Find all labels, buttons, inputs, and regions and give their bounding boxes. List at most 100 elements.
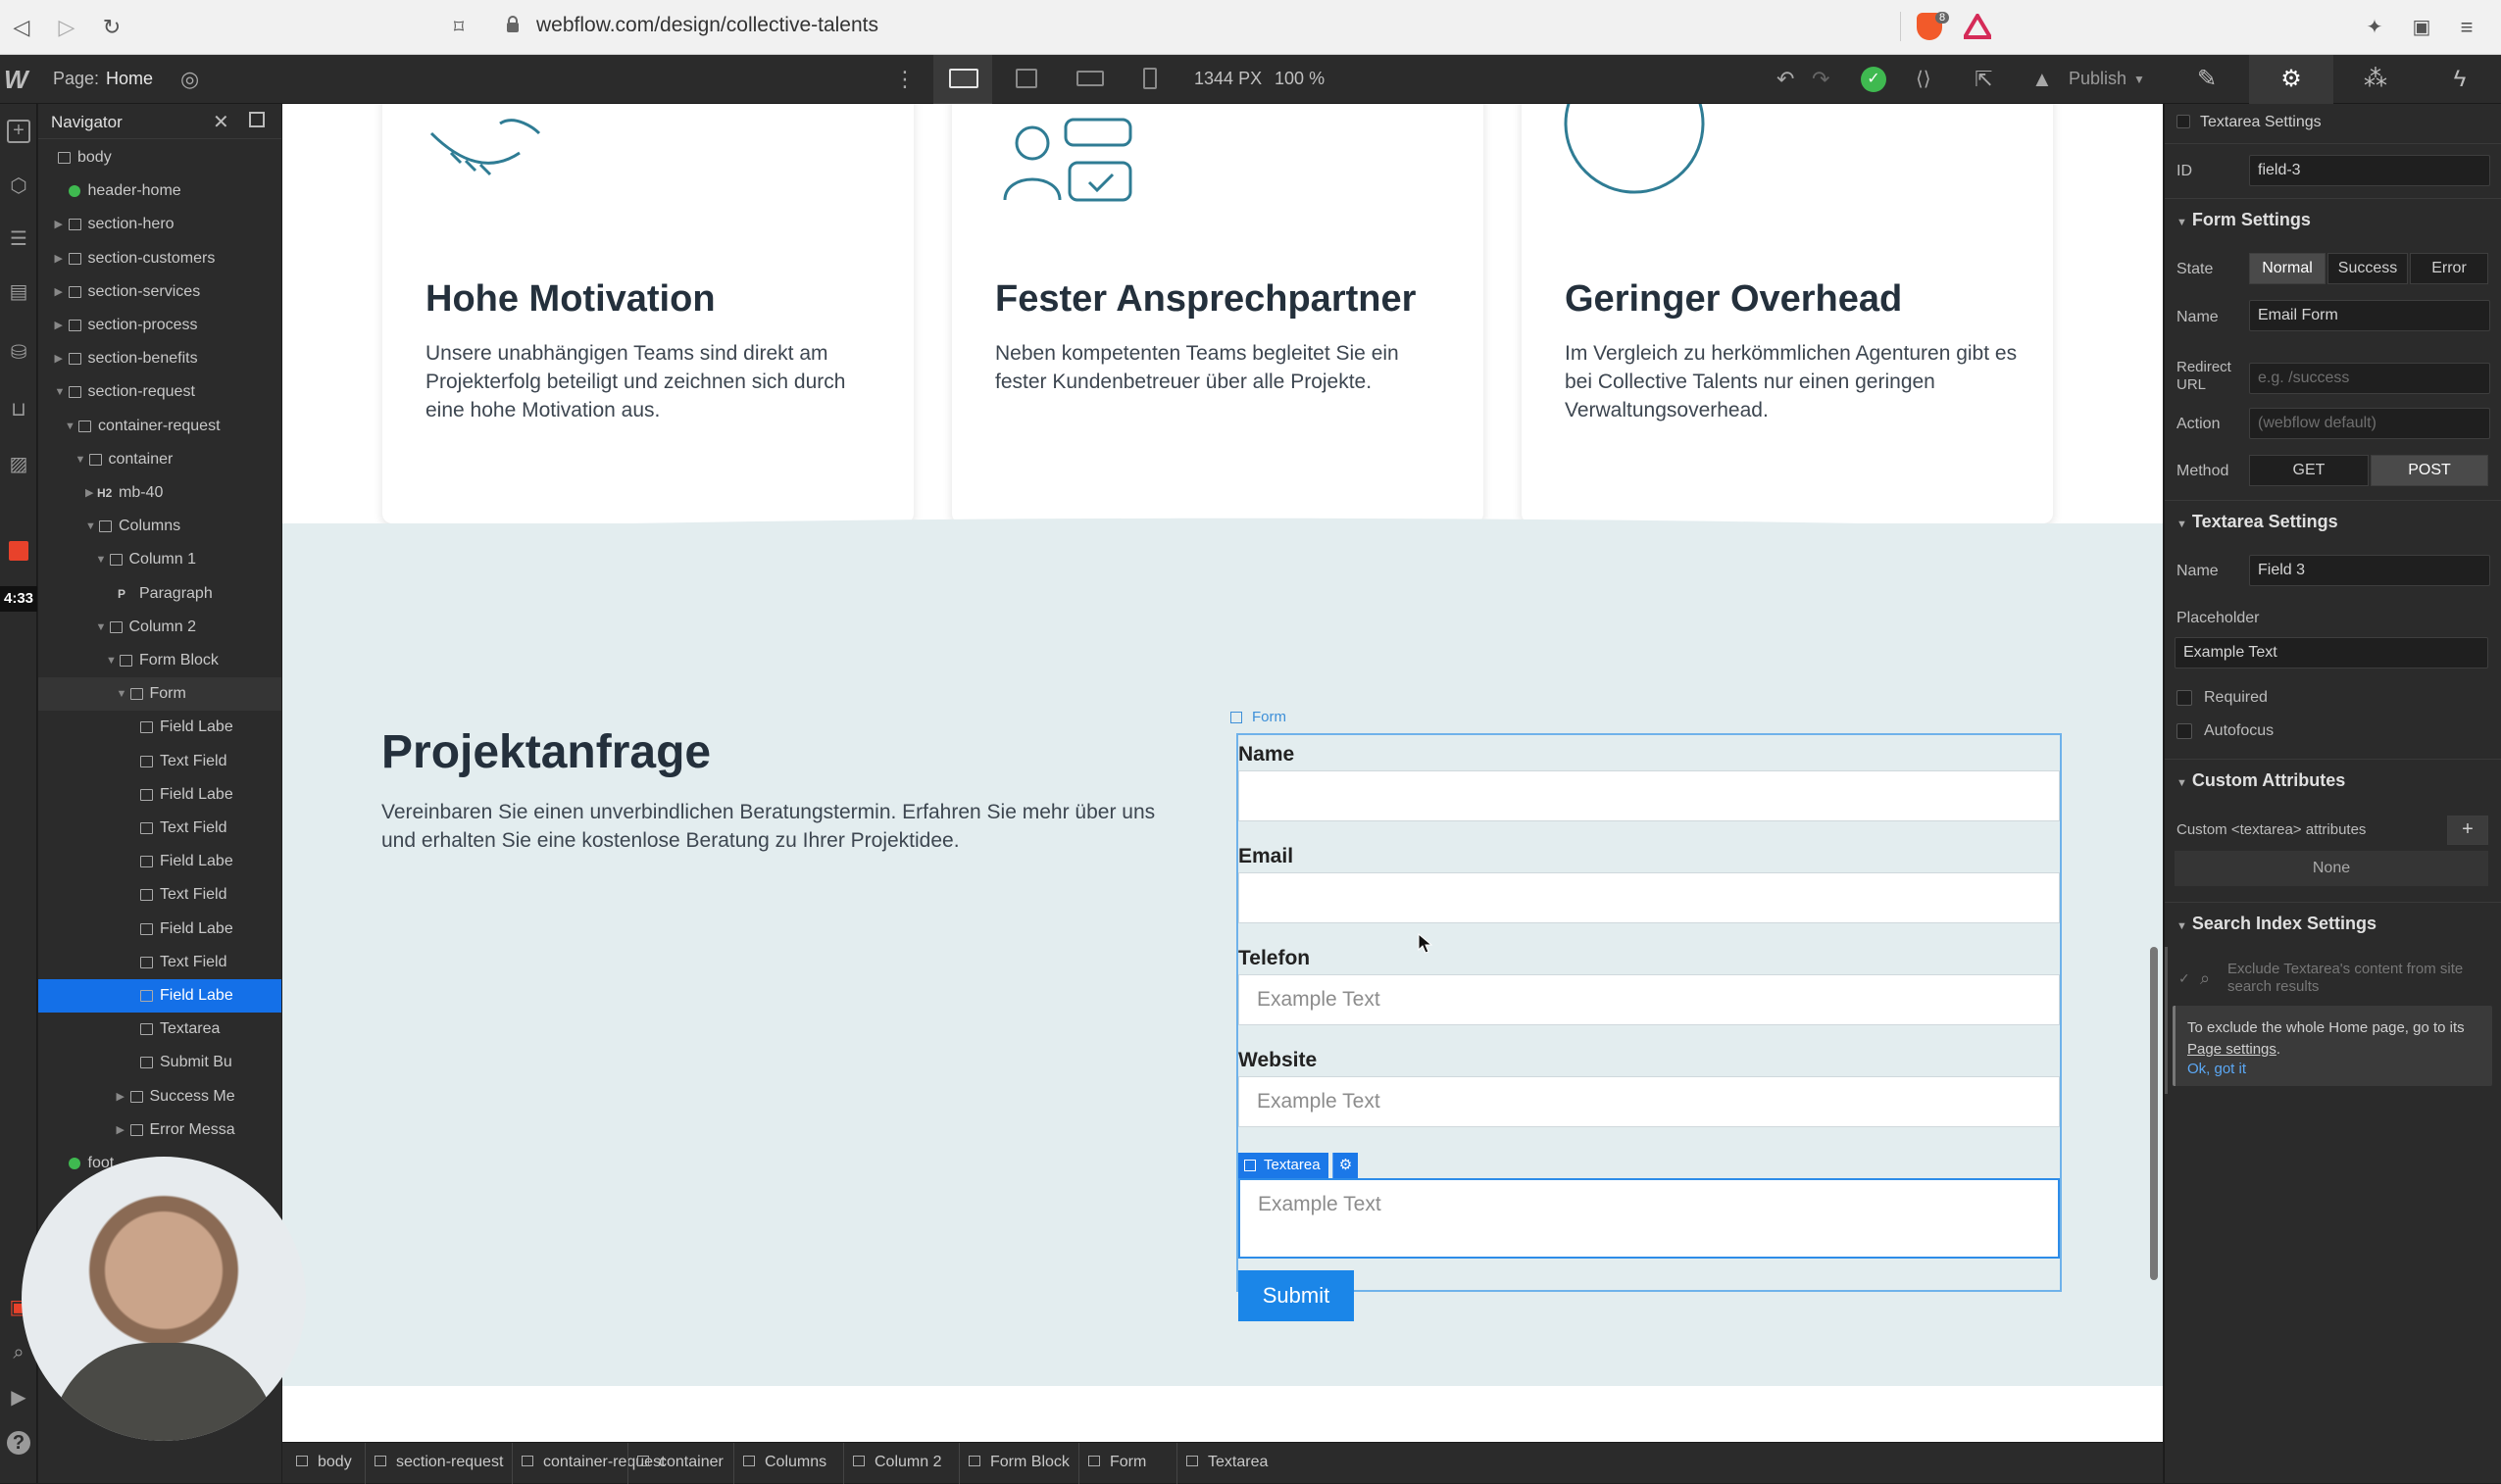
menu-icon[interactable]: ≡ xyxy=(2451,12,2482,43)
email-input[interactable] xyxy=(1238,872,2060,923)
nav-item-field-labe[interactable]: Field Labe xyxy=(38,778,281,812)
search-icon[interactable]: ⌕ xyxy=(7,1341,30,1364)
id-input[interactable]: field-3 xyxy=(2249,155,2490,186)
chevron-down-icon[interactable]: ▼ xyxy=(85,510,96,543)
ecommerce-icon[interactable]: ⊔ xyxy=(7,398,30,421)
nav-item-container[interactable]: ▼ container xyxy=(38,443,281,476)
nav-item-section-benefits[interactable]: ▶ section-benefits xyxy=(38,342,281,375)
nav-item-form-block[interactable]: ▼ Form Block xyxy=(38,644,281,677)
nav-item-body[interactable]: body xyxy=(38,141,281,174)
forward-icon[interactable]: ▷ xyxy=(51,12,82,43)
symbols-icon[interactable]: ⬡ xyxy=(7,174,30,198)
canvas-scrollbar[interactable] xyxy=(2150,947,2158,1280)
benefit-card[interactable]: Hohe Motivation Unsere unabhängigen Team… xyxy=(382,104,914,523)
nav-item-error-messa[interactable]: ▶ Error Messa xyxy=(38,1113,281,1147)
chevron-down-icon[interactable]: ▼ xyxy=(55,375,66,409)
nav-item-text-field[interactable]: Text Field xyxy=(38,812,281,845)
breadcrumb-item[interactable]: Columns xyxy=(743,1454,826,1471)
nav-item-paragraph[interactable]: P Paragraph xyxy=(38,577,281,611)
more-icon[interactable]: ⋮ xyxy=(894,66,916,93)
page-settings-link[interactable]: Page settings xyxy=(2187,1041,2276,1058)
record-stop-icon[interactable] xyxy=(9,541,28,561)
add-panel-icon[interactable]: + xyxy=(7,120,30,143)
nav-item-form[interactable]: ▼ Form xyxy=(38,677,281,712)
redo-icon[interactable]: ↷ xyxy=(1812,66,1829,93)
undo-icon[interactable]: ↶ xyxy=(1776,66,1794,93)
chevron-down-icon[interactable]: ▼ xyxy=(117,677,127,711)
form-settings-heading[interactable]: Form Settings xyxy=(2192,210,2311,229)
textarea-settings-heading[interactable]: Textarea Settings xyxy=(2192,512,2338,531)
chevron-right-icon[interactable]: ▶ xyxy=(55,208,65,241)
help-icon[interactable]: ? xyxy=(7,1431,30,1455)
chevron-right-icon[interactable]: ▶ xyxy=(55,309,65,342)
name-input[interactable] xyxy=(1238,770,2060,821)
placeholder-input[interactable]: Example Text xyxy=(2175,637,2488,668)
video-icon[interactable]: ▶ xyxy=(7,1386,30,1410)
website-input[interactable]: Example Text xyxy=(1238,1076,2060,1127)
bookmark-icon[interactable]: ⌑ xyxy=(443,12,475,43)
breadcrumb-item[interactable]: Form Block xyxy=(969,1454,1070,1471)
nav-item-container-request[interactable]: ▼ container-request xyxy=(38,410,281,443)
breadcrumb-item[interactable]: body xyxy=(296,1454,352,1471)
chevron-down-icon[interactable]: ▼ xyxy=(2176,777,2187,789)
nav-item-text-field[interactable]: Text Field xyxy=(38,946,281,979)
chevron-down-icon[interactable]: ▼ xyxy=(65,410,75,443)
nav-item-field-labe[interactable]: Field Labe xyxy=(38,845,281,878)
nav-item-header-home[interactable]: header-home xyxy=(38,174,281,208)
desktop-icon[interactable] xyxy=(949,69,978,88)
cms-icon[interactable]: ⛁ xyxy=(7,341,30,365)
back-icon[interactable]: ◁ xyxy=(6,12,37,43)
chevron-right-icon[interactable]: ▶ xyxy=(85,476,95,510)
state-success[interactable]: Success xyxy=(2327,253,2408,284)
gear-icon[interactable]: ⚙ xyxy=(1332,1153,1358,1178)
breadcrumb-item[interactable]: Column 2 xyxy=(853,1454,941,1471)
form-name-input[interactable]: Email Form xyxy=(2249,300,2490,331)
method-post[interactable]: POST xyxy=(2371,455,2488,486)
wallet-icon[interactable]: ▣ xyxy=(2406,12,2437,43)
state-normal[interactable]: Normal xyxy=(2249,253,2326,284)
chevron-down-icon[interactable]: ▼ xyxy=(96,543,107,576)
close-icon[interactable]: ✕ xyxy=(213,110,229,134)
assets-icon[interactable]: ▨ xyxy=(7,453,30,476)
dock-panel-icon[interactable] xyxy=(249,112,265,127)
chevron-down-icon[interactable]: ▼ xyxy=(75,443,86,476)
search-index-heading[interactable]: Search Index Settings xyxy=(2192,914,2376,933)
benefit-card[interactable]: Geringer Overhead Im Vergleich zu herköm… xyxy=(1522,104,2053,523)
settings-gear-icon[interactable]: ⚙ xyxy=(2249,55,2333,104)
chevron-down-icon[interactable]: ▼ xyxy=(2176,920,2187,932)
breadcrumb-item[interactable]: container xyxy=(637,1454,724,1471)
chevron-down-icon[interactable]: ▼ xyxy=(106,644,117,677)
publish-button[interactable]: Publish xyxy=(2069,69,2126,89)
reload-icon[interactable]: ↻ xyxy=(96,12,127,43)
export-icon[interactable]: ⇱ xyxy=(1975,66,1992,93)
collaborators-icon[interactable]: ▲ xyxy=(2031,66,2053,93)
code-icon[interactable]: ⟨⟩ xyxy=(1916,66,1931,93)
add-attribute-icon[interactable]: + xyxy=(2447,816,2488,845)
autofocus-checkbox[interactable] xyxy=(2176,723,2192,739)
nav-item-text-field[interactable]: Text Field xyxy=(38,878,281,912)
address-bar[interactable]: webflow.com/design/collective-talents xyxy=(536,14,878,37)
nav-item-field-labe[interactable]: Field Labe xyxy=(38,913,281,946)
submit-button[interactable]: Submit xyxy=(1238,1270,1354,1321)
panel-scrollbar[interactable] xyxy=(2165,947,2168,1094)
chevron-right-icon[interactable]: ▶ xyxy=(55,242,65,275)
nav-item-text-field[interactable]: Text Field xyxy=(38,745,281,778)
webflow-logo-icon[interactable]: W xyxy=(4,65,33,94)
rewards-icon[interactable] xyxy=(1964,14,1991,39)
nav-item-section-services[interactable]: ▶ section-services xyxy=(38,275,281,309)
navigator-icon[interactable]: ☰ xyxy=(7,227,30,251)
nav-item-section-process[interactable]: ▶ section-process xyxy=(38,309,281,342)
custom-attributes-heading[interactable]: Custom Attributes xyxy=(2192,770,2345,790)
message-textarea[interactable]: Example Text xyxy=(1238,1178,2060,1259)
eye-icon[interactable]: ◎ xyxy=(180,66,199,93)
redirect-url-input[interactable]: e.g. /success xyxy=(2249,363,2490,394)
chevron-down-icon[interactable]: ▼ xyxy=(2176,217,2187,228)
nav-item-submit-bu[interactable]: Submit Bu xyxy=(38,1046,281,1079)
ok-got-it-link[interactable]: Ok, got it xyxy=(2187,1061,2246,1077)
telefon-input[interactable]: Example Text xyxy=(1238,974,2060,1025)
mobile-portrait-icon[interactable] xyxy=(1143,68,1157,89)
nav-item-column-2[interactable]: ▼ Column 2 xyxy=(38,611,281,644)
chevron-down-icon[interactable]: ▼ xyxy=(96,611,107,644)
nav-item-field-labe[interactable]: Field Labe xyxy=(38,979,281,1013)
chevron-down-icon[interactable]: ▼ xyxy=(2176,519,2187,530)
